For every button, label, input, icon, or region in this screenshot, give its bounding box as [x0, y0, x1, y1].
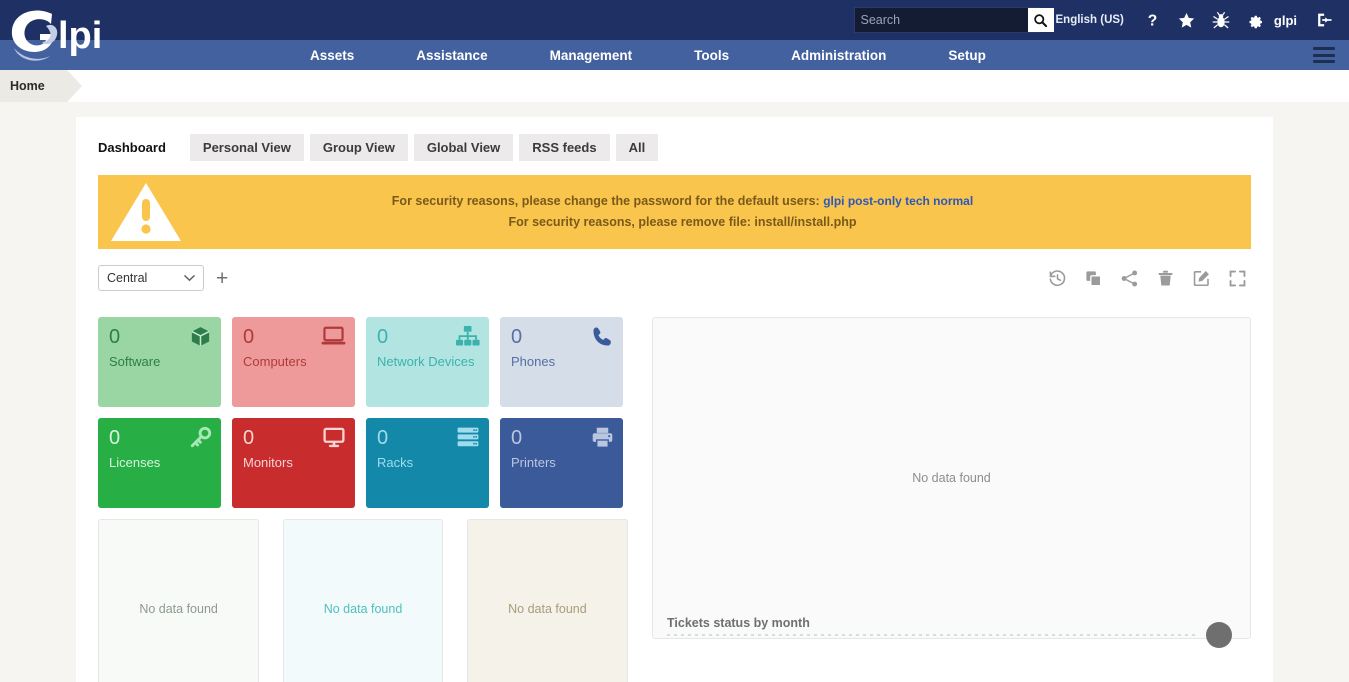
dashboard-select[interactable]: Central — [98, 265, 204, 291]
phone-icon — [591, 325, 614, 348]
no-data-text: No data found — [324, 602, 403, 616]
share-icon[interactable] — [1120, 269, 1139, 288]
warning-triangle-icon — [98, 181, 194, 243]
empty-widget-row: No data found No data found No data foun… — [98, 519, 628, 682]
card-racks[interactable]: 0 Racks — [366, 418, 489, 508]
chevron-down-icon — [184, 274, 195, 282]
delete-icon[interactable] — [1156, 269, 1175, 288]
content-panel: Dashboard Personal View Group View Globa… — [76, 117, 1273, 682]
nav-items: Assets Assistance Management Tools Admin… — [300, 48, 996, 63]
tab-group-view[interactable]: Group View — [310, 134, 408, 161]
printer-icon — [591, 426, 614, 449]
main-navigation: Assets Assistance Management Tools Admin… — [0, 40, 1349, 70]
card-label: Software — [109, 355, 211, 369]
dashboard-left-column: 0 Software 0 Computers — [98, 317, 628, 682]
card-label: Phones — [511, 355, 613, 369]
dashboard-right-column: No data found Tickets status by month — [652, 317, 1251, 682]
edit-icon[interactable] — [1192, 269, 1211, 288]
warning-line-1-prefix: For security reasons, please change the … — [392, 194, 820, 208]
page-body: Dashboard Personal View Group View Globa… — [0, 102, 1349, 682]
chart-bubble-marker — [1206, 622, 1232, 648]
tickets-status-widget[interactable]: No data found Tickets status by month — [652, 317, 1251, 639]
gear-icon[interactable] — [1242, 11, 1268, 29]
network-icon — [455, 325, 480, 348]
default-users-link[interactable]: glpi post-only tech normal — [823, 194, 973, 208]
key-icon — [189, 426, 212, 449]
empty-widget[interactable]: No data found — [98, 519, 259, 682]
clone-icon[interactable] — [1084, 269, 1103, 288]
empty-widget[interactable]: No data found — [283, 519, 443, 682]
monitor-icon — [322, 426, 346, 449]
nav-item-setup[interactable]: Setup — [938, 48, 996, 63]
search-icon — [1033, 13, 1048, 28]
tab-bar: Dashboard Personal View Group View Globa… — [98, 131, 1251, 161]
card-label: Computers — [243, 355, 345, 369]
breadcrumb: Home — [0, 70, 1349, 102]
hamburger-icon[interactable] — [1313, 47, 1335, 63]
tab-rss-feeds[interactable]: RSS feeds — [519, 134, 609, 161]
dashboard-select-value: Central — [107, 271, 147, 285]
card-label: Licenses — [109, 456, 211, 470]
card-monitors[interactable]: 0 Monitors — [232, 418, 355, 508]
add-dashboard-button[interactable]: + — [216, 268, 228, 289]
no-data-text: No data found — [912, 471, 991, 485]
warning-text: For security reasons, please change the … — [194, 191, 1251, 232]
no-data-text: No data found — [508, 602, 587, 616]
nav-item-tools[interactable]: Tools — [684, 48, 739, 63]
nav-item-administration[interactable]: Administration — [781, 48, 896, 63]
dashboard-actions — [1048, 269, 1251, 288]
security-warning-banner: For security reasons, please change the … — [98, 175, 1251, 249]
card-computers[interactable]: 0 Computers — [232, 317, 355, 407]
laptop-icon — [321, 325, 346, 347]
star-icon[interactable] — [1174, 11, 1200, 30]
language-selector[interactable]: English (US) — [1056, 14, 1124, 26]
card-network-devices[interactable]: 0 Network Devices — [366, 317, 489, 407]
tab-personal-view[interactable]: Personal View — [190, 134, 304, 161]
search-submit-button[interactable] — [1028, 8, 1054, 32]
warning-line-1: For security reasons, please change the … — [194, 191, 1171, 212]
card-licenses[interactable]: 0 Licenses — [98, 418, 221, 508]
bug-icon[interactable] — [1208, 11, 1234, 30]
svg-text:?: ? — [1148, 12, 1158, 29]
tab-all[interactable]: All — [616, 134, 659, 161]
nav-item-assets[interactable]: Assets — [300, 48, 364, 63]
tab-dashboard[interactable]: Dashboard — [98, 134, 184, 161]
tab-global-view[interactable]: Global View — [414, 134, 513, 161]
top-bar: English (US) ? glpi — [0, 0, 1349, 40]
card-software[interactable]: 0 Software — [98, 317, 221, 407]
username-label[interactable]: glpi — [1274, 13, 1297, 28]
chart-title: Tickets status by month — [667, 616, 810, 630]
search-box[interactable] — [854, 7, 1040, 33]
card-label: Network Devices — [377, 355, 479, 369]
dashboard-toolbar: Central + — [98, 261, 1251, 295]
card-label: Printers — [511, 456, 613, 470]
fullscreen-icon[interactable] — [1228, 269, 1247, 288]
dashboard-grid: 0 Software 0 Computers — [98, 317, 1251, 682]
history-icon[interactable] — [1048, 269, 1067, 288]
breadcrumb-home[interactable]: Home — [0, 70, 67, 102]
card-phones[interactable]: 0 Phones — [500, 317, 623, 407]
warning-line-2: For security reasons, please remove file… — [194, 212, 1171, 233]
search-input[interactable] — [855, 8, 1028, 32]
card-label: Monitors — [243, 456, 345, 470]
card-row-2: 0 Licenses 0 Monitors — [98, 418, 628, 508]
card-printers[interactable]: 0 Printers — [500, 418, 623, 508]
rack-icon — [456, 426, 480, 448]
no-data-text: No data found — [139, 602, 218, 616]
card-row-1: 0 Software 0 Computers — [98, 317, 628, 407]
card-label: Racks — [377, 456, 479, 470]
nav-item-assistance[interactable]: Assistance — [406, 48, 497, 63]
box-icon — [189, 325, 212, 348]
empty-widget[interactable]: No data found — [467, 519, 628, 682]
chart-divider — [667, 634, 1198, 636]
logout-icon[interactable] — [1311, 11, 1337, 29]
nav-item-management[interactable]: Management — [540, 48, 643, 63]
help-icon[interactable]: ? — [1140, 11, 1166, 30]
